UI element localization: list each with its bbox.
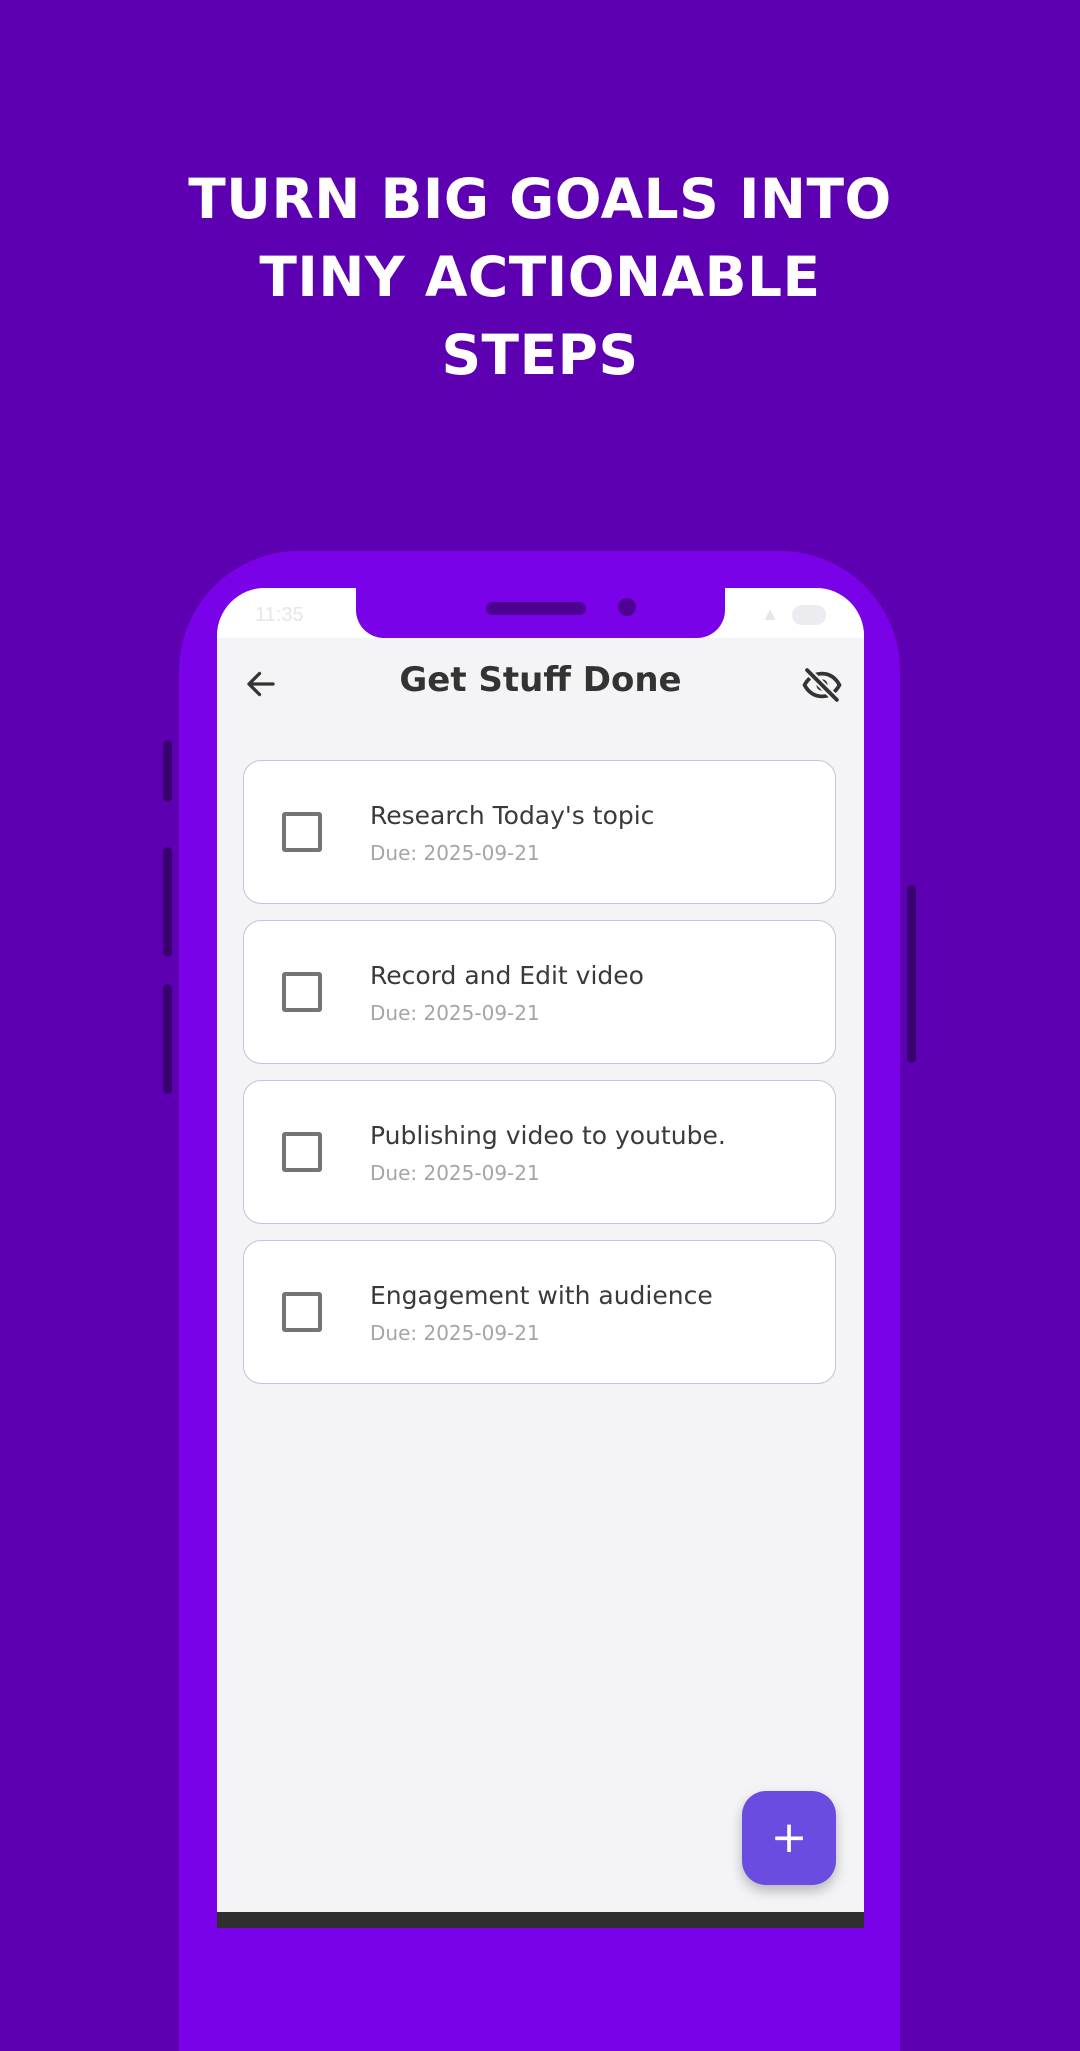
phone-screen: 11:35 ▲ Get Stuff Done Research Today's …	[217, 588, 864, 1928]
task-due-date: Due: 2025-09-21	[370, 1001, 540, 1025]
task-title: Research Today's topic	[370, 801, 655, 830]
task-list: Research Today's topic Due: 2025-09-21 R…	[243, 760, 836, 1400]
phone-volume-down-button	[163, 984, 172, 1094]
task-card[interactable]: Record and Edit video Due: 2025-09-21	[243, 920, 836, 1064]
task-due-date: Due: 2025-09-21	[370, 1321, 540, 1345]
task-checkbox[interactable]	[282, 1132, 322, 1172]
headline-line-3: STEPS	[441, 323, 639, 387]
task-card[interactable]: Publishing video to youtube. Due: 2025-0…	[243, 1080, 836, 1224]
phone-power-button	[907, 885, 916, 1063]
battery-icon	[792, 605, 826, 626]
status-icons: ▲	[761, 604, 826, 626]
task-due-date: Due: 2025-09-21	[370, 1161, 540, 1185]
app-bar: Get Stuff Done	[217, 638, 864, 728]
system-nav-bar	[217, 1912, 864, 1928]
task-card[interactable]: Engagement with audience Due: 2025-09-21	[243, 1240, 836, 1384]
front-camera	[618, 598, 636, 616]
task-title: Record and Edit video	[370, 961, 644, 990]
promo-headline: TURN BIG GOALS INTO TINY ACTIONABLE STEP…	[0, 160, 1080, 394]
plus-icon: +	[770, 1812, 808, 1863]
eye-off-icon[interactable]	[801, 664, 843, 706]
phone-mute-button	[163, 740, 172, 802]
task-checkbox[interactable]	[282, 812, 322, 852]
phone-notch	[356, 588, 725, 638]
task-title: Engagement with audience	[370, 1281, 713, 1310]
page-title: Get Stuff Done	[399, 660, 682, 700]
task-title: Publishing video to youtube.	[370, 1121, 726, 1150]
headline-line-1: TURN BIG GOALS INTO	[188, 167, 892, 231]
signal-icon: ▲	[761, 604, 779, 624]
speaker-grille	[486, 602, 586, 615]
task-checkbox[interactable]	[282, 1292, 322, 1332]
task-due-date: Due: 2025-09-21	[370, 841, 540, 865]
phone-volume-up-button	[163, 847, 172, 957]
task-card[interactable]: Research Today's topic Due: 2025-09-21	[243, 760, 836, 904]
add-task-button[interactable]: +	[742, 1791, 836, 1885]
headline-line-2: TINY ACTIONABLE	[259, 245, 821, 309]
task-checkbox[interactable]	[282, 972, 322, 1012]
status-time: 11:35	[255, 604, 304, 626]
